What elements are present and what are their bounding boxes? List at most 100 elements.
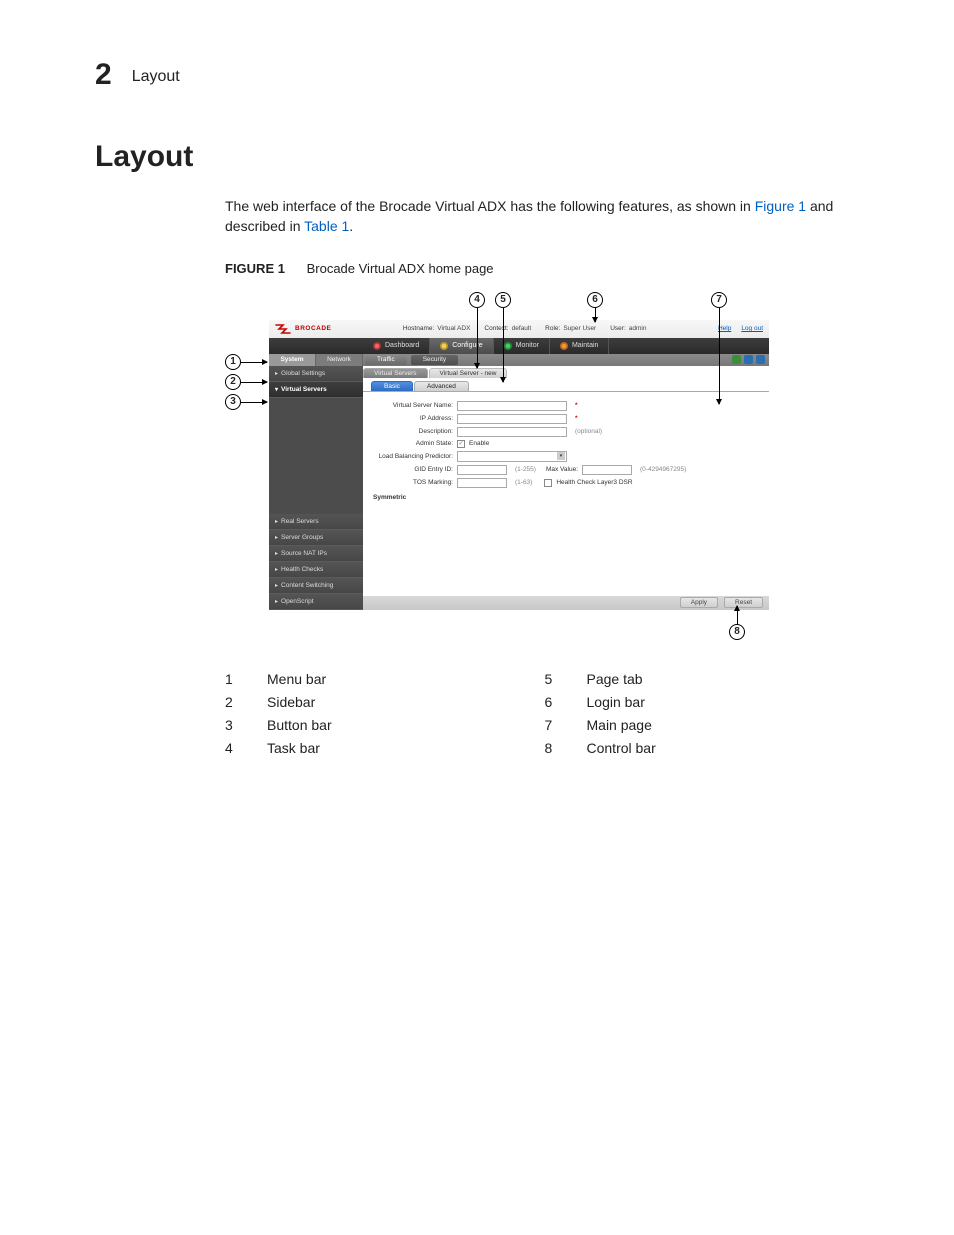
fieldset-symmetric: Symmetric [373, 494, 759, 501]
callout-6-arrow [595, 308, 596, 322]
chevron-right-icon: ▸ [275, 534, 278, 541]
checkbox-health-check-dsr[interactable] [544, 479, 552, 487]
role-value: Super User [563, 325, 596, 332]
reset-button[interactable]: Reset [724, 597, 763, 608]
input-virtual-server-name[interactable] [457, 401, 567, 411]
callout-2-arrow [241, 382, 267, 383]
refresh-icon[interactable] [732, 355, 741, 364]
section-heading: Layout [95, 140, 864, 174]
legend-text: Menu bar [267, 671, 326, 687]
label-virtual-server-name: Virtual Server Name: [373, 402, 453, 409]
nav-dashboard-label: Dashboard [385, 342, 419, 349]
save-icon[interactable] [744, 355, 753, 364]
apply-button[interactable]: Apply [680, 597, 718, 608]
submenu-network[interactable]: Network [316, 354, 363, 366]
sidebar-health-checks[interactable]: ▸Health Checks [269, 562, 363, 578]
legend-text: Button bar [267, 717, 332, 733]
user-field: User: admin [610, 325, 646, 332]
task-tab-virtual-server-new[interactable]: Virtual Server - new [429, 368, 508, 378]
chapter-title: Layout [132, 64, 180, 86]
gear-icon [440, 342, 448, 350]
legend-text: Task bar [267, 740, 320, 756]
select-lb-predictor[interactable]: ▾ [457, 451, 567, 462]
legend-num: 5 [545, 671, 559, 687]
login-bar: BROCADE Hostname: Virtual ADX Context: d… [269, 320, 769, 338]
legend-num: 7 [545, 717, 559, 733]
chip-traffic[interactable]: Traffic [365, 355, 407, 365]
callout-1-arrow [241, 362, 267, 363]
tab-basic[interactable]: Basic [371, 381, 413, 391]
table-link[interactable]: Table 1 [304, 218, 349, 234]
legend-text: Control bar [587, 740, 656, 756]
nav-dashboard[interactable]: Dashboard [363, 338, 430, 354]
hostname-value: Virtual ADX [437, 325, 470, 332]
input-tos-marking[interactable] [457, 478, 507, 488]
label-ip-address: IP Address: [373, 415, 453, 422]
sidebar-item-label: Health Checks [281, 566, 323, 573]
control-bar: Apply Reset [363, 596, 769, 610]
intro-paragraph: The web interface of the Brocade Virtual… [225, 196, 864, 237]
legend-num: 2 [225, 694, 239, 710]
sidebar-server-groups[interactable]: ▸Server Groups [269, 530, 363, 546]
figure-caption-label: FIGURE 1 [225, 261, 285, 276]
sidebar-global-settings[interactable]: ▸Global Settings [269, 366, 363, 382]
chevron-right-icon: ▸ [275, 550, 278, 557]
nav-maintain[interactable]: Maintain [550, 338, 609, 354]
input-description[interactable] [457, 427, 567, 437]
brand-logo: BROCADE [275, 324, 331, 334]
input-max-value[interactable] [582, 465, 632, 475]
sidebar-item-label: OpenScript [281, 598, 314, 605]
brocade-logo-icon [275, 324, 291, 334]
legend-text: Main page [587, 717, 652, 733]
sidebar-source-nat[interactable]: ▸Source NAT IPs [269, 546, 363, 562]
sidebar-item-label: Source NAT IPs [281, 550, 327, 557]
callout-4: 4 [469, 292, 485, 308]
legend-text: Login bar [587, 694, 645, 710]
nav-configure[interactable]: Configure [430, 338, 493, 354]
figure-link[interactable]: Figure 1 [755, 198, 806, 214]
submenu-bar: System Network Traffic Security [269, 354, 769, 366]
input-ip-address[interactable] [457, 414, 567, 424]
sidebar-item-label: Global Settings [281, 370, 325, 377]
sidebar-real-servers[interactable]: ▸Real Servers [269, 514, 363, 530]
legend-num: 8 [545, 740, 559, 756]
role-label: Role: [545, 325, 560, 332]
callout-2: 2 [225, 374, 241, 390]
callout-8-arrow [737, 606, 738, 624]
legend-text: Sidebar [267, 694, 315, 710]
callout-6: 6 [587, 292, 603, 308]
callout-5: 5 [495, 292, 511, 308]
help-icon[interactable] [756, 355, 765, 364]
sidebar-virtual-servers[interactable]: ▾Virtual Servers [269, 382, 363, 398]
page-header: 2 Layout [95, 58, 864, 92]
chevron-right-icon: ▸ [275, 566, 278, 573]
submenu-tools [732, 354, 769, 366]
logout-link[interactable]: Log out [741, 325, 763, 332]
callout-1: 1 [225, 354, 241, 370]
user-label: User: [610, 325, 626, 332]
submenu-system[interactable]: System [269, 354, 316, 366]
chevron-right-icon: ▸ [275, 518, 278, 525]
intro-text-1: The web interface of the Brocade Virtual… [225, 198, 755, 214]
chevron-down-icon: ▾ [275, 386, 278, 393]
gauge-icon [373, 342, 381, 350]
figure-caption-text: Brocade Virtual ADX home page [307, 261, 494, 276]
callout-5-arrow [503, 308, 504, 382]
tab-advanced[interactable]: Advanced [414, 381, 469, 391]
menu-bar: Dashboard Configure Monitor Maintain [269, 338, 769, 354]
wrench-icon [560, 342, 568, 350]
sidebar-content-switching[interactable]: ▸Content Switching [269, 578, 363, 594]
callout-7-arrow [719, 308, 720, 404]
hostname-label: Hostname: [403, 325, 434, 332]
main-page: Virtual Servers Virtual Server - new Bas… [363, 366, 769, 610]
task-tab-virtual-servers[interactable]: Virtual Servers [363, 368, 428, 378]
input-gid-entry[interactable] [457, 465, 507, 475]
chip-security[interactable]: Security [411, 355, 458, 365]
sidebar-openscript[interactable]: ▸OpenScript [269, 594, 363, 610]
callout-3-arrow [241, 402, 267, 403]
chevron-right-icon: ▸ [275, 598, 278, 605]
checkbox-admin-state[interactable]: ✓ [457, 440, 465, 448]
chapter-number: 2 [95, 58, 112, 92]
nav-monitor-label: Monitor [516, 342, 539, 349]
hint-max: (0-4294967295) [640, 466, 686, 473]
